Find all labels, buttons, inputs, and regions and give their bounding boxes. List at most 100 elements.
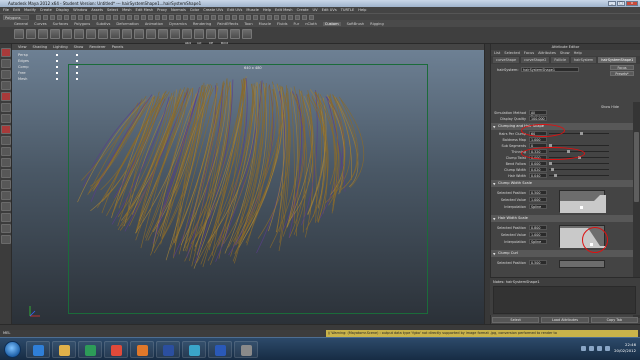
ae-tab-hairsystem[interactable]: hairSystem: [571, 57, 597, 63]
clump-curl-ramp-graph[interactable]: [559, 260, 605, 268]
shelf-tab-animation[interactable]: Animation: [145, 22, 163, 26]
ae-menu-selected[interactable]: Selected: [504, 51, 520, 55]
ae-tab-hairsystemshape1[interactable]: hairSystemShape1: [598, 57, 637, 63]
maya-taskbar-button[interactable]: [182, 341, 206, 358]
toolbox-tool-icon[interactable]: [1, 191, 11, 200]
slider-knob[interactable]: [549, 162, 552, 165]
attribute-slider[interactable]: [549, 168, 609, 171]
toolbox-tool-icon[interactable]: [1, 213, 11, 222]
toolbox-tool-icon[interactable]: [1, 70, 11, 79]
menu-edit-uvs[interactable]: Edit UVs: [227, 8, 242, 12]
attribute-value-field[interactable]: 0.040: [529, 173, 547, 178]
ae-menu-show[interactable]: Show: [560, 51, 570, 55]
shelf-tab-custom[interactable]: Custom: [322, 21, 341, 26]
toolbox-tool-icon[interactable]: [1, 114, 11, 123]
viewport[interactable]: View Shading Lighting Show Renderer Panels 64…: [12, 44, 484, 324]
shelf-tab-subdivs[interactable]: Subdivs: [96, 22, 110, 26]
attribute-slider[interactable]: [549, 174, 609, 177]
ae-menu-help[interactable]: Help: [574, 51, 582, 55]
attribute-value-field[interactable]: 0.000: [529, 161, 547, 166]
menu-select[interactable]: Select: [107, 8, 118, 12]
clump-width-selected-value[interactable]: 1.000: [529, 197, 547, 202]
shelf-tool-icon[interactable]: ncl: [194, 29, 204, 45]
ae-button-select[interactable]: Select: [492, 317, 540, 323]
menu-display[interactable]: Display: [56, 8, 69, 12]
clump-width-scale-header[interactable]: ▼ Clump Width Scale: [491, 180, 634, 187]
shelf-tool-icon[interactable]: [74, 29, 84, 39]
firefox-taskbar-button[interactable]: [130, 341, 154, 358]
menu-turtle[interactable]: TURTLE: [341, 8, 355, 12]
shelf-tool-icon[interactable]: [158, 29, 168, 39]
shelf-tool-icon[interactable]: [26, 29, 36, 39]
shelf-tab-ncloth[interactable]: nCloth: [305, 22, 317, 26]
shelf-tab-painteffects[interactable]: PaintEffects: [217, 22, 238, 26]
toolbox-tool-icon[interactable]: [1, 169, 11, 178]
toolbox-tool-icon[interactable]: [1, 92, 11, 101]
menu-window[interactable]: Window: [73, 8, 87, 12]
ae-tab-curveshape2[interactable]: curveShape2: [521, 57, 550, 63]
attribute-value-field[interactable]: 0.020: [529, 167, 547, 172]
shelf-tool-icon[interactable]: [170, 29, 180, 39]
clump-width-interpolation[interactable]: Spline: [529, 204, 547, 209]
clump-curl-header[interactable]: ▼ Clump Curl: [491, 250, 634, 257]
menu-create-uvs[interactable]: Create UVs: [203, 8, 223, 12]
menu-create[interactable]: Create: [297, 8, 309, 12]
shelf-tool-icon[interactable]: [50, 29, 60, 39]
shelf-tab-rendering[interactable]: Rendering: [193, 22, 211, 26]
hair-width-selected-position[interactable]: 0.800: [529, 225, 547, 230]
shelf-tab-polygons[interactable]: Polygons: [74, 22, 90, 26]
ae-tab-follicle[interactable]: Follicle: [551, 57, 570, 63]
minimize-button[interactable]: _: [608, 1, 616, 6]
show-hide-label[interactable]: Show Hide: [601, 105, 619, 109]
node-name-field[interactable]: hairSystemShape1: [521, 67, 579, 72]
toolbox-tool-icon[interactable]: [1, 103, 11, 112]
ae-tab-curveshape[interactable]: curveShape: [493, 57, 520, 63]
menu-help[interactable]: Help: [263, 8, 271, 12]
toolbox-tool-icon[interactable]: [1, 235, 11, 244]
notes-textarea[interactable]: [493, 286, 636, 314]
toolbox-tool-icon[interactable]: [1, 125, 11, 134]
focus-button[interactable]: Focus: [610, 65, 634, 70]
hair-width-interpolation[interactable]: Spline: [529, 239, 547, 244]
shelf-tool-icon[interactable]: CP: [206, 29, 216, 45]
shelf-tool-icon[interactable]: [122, 29, 132, 39]
menu-mesh[interactable]: Mesh: [122, 8, 131, 12]
photoshop-taskbar-button[interactable]: [156, 341, 180, 358]
toolbox-tool-icon[interactable]: [1, 180, 11, 189]
shelf-tab-surfaces[interactable]: Surfaces: [53, 22, 69, 26]
shelf-tab-fluids[interactable]: Fluids: [277, 22, 288, 26]
attribute-value-field[interactable]: 1.000: [529, 137, 547, 142]
attribute-slider[interactable]: [549, 162, 609, 165]
ae-button-load-attributes[interactable]: Load Attributes: [541, 317, 589, 323]
menu-uv[interactable]: UV: [313, 8, 318, 12]
toolbox-tool-icon[interactable]: [1, 224, 11, 233]
ae-button-copy-tab[interactable]: Copy Tab: [590, 317, 638, 323]
ie-taskbar-button[interactable]: [26, 341, 50, 358]
menu-edit-mesh[interactable]: Edit Mesh: [275, 8, 293, 12]
mel-label[interactable]: MEL: [3, 331, 10, 335]
shelf-tab-fur[interactable]: Fur: [294, 22, 300, 26]
shelf-tab-softbrush[interactable]: SoftBrush: [347, 22, 364, 26]
misc-taskbar-button[interactable]: [234, 341, 258, 358]
menu-edit[interactable]: Edit: [13, 8, 20, 12]
shelf-tab-muscle[interactable]: Muscle: [259, 22, 271, 26]
toolbox-tool-icon[interactable]: [1, 136, 11, 145]
shelf-tool-icon[interactable]: [110, 29, 120, 39]
clump-width-selected-position[interactable]: 0.500: [529, 190, 547, 195]
ae-menu-attributes[interactable]: Attributes: [538, 51, 556, 55]
shelf-tool-icon[interactable]: [38, 29, 48, 39]
attribute-value-field[interactable]: 100.000: [529, 116, 547, 121]
shelf-tool-icon[interactable]: [14, 29, 24, 39]
shelf-tab-deformation[interactable]: Deformation: [116, 22, 138, 26]
attribute-slider[interactable]: [549, 144, 609, 147]
shelf-tab-dynamics[interactable]: Dynamics: [169, 22, 187, 26]
menu-assets[interactable]: Assets: [91, 8, 103, 12]
shelf-tab-rigging[interactable]: Rigging: [370, 22, 384, 26]
toolbox-tool-icon[interactable]: [1, 59, 11, 68]
media-taskbar-button[interactable]: [78, 341, 102, 358]
shelf-tool-icon[interactable]: [62, 29, 72, 39]
shelf-tool-icon[interactable]: [230, 29, 240, 39]
clump-width-ramp-graph[interactable]: [559, 190, 606, 213]
hair-width-scale-header[interactable]: ▼ Hair Width Scale: [491, 215, 634, 222]
menu-normals[interactable]: Normals: [171, 8, 186, 12]
